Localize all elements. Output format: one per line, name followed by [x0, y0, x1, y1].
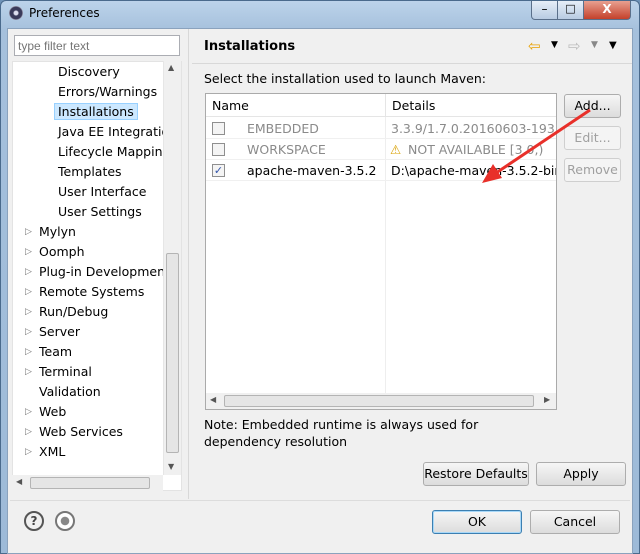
annotation-arrow — [482, 108, 591, 183]
arrow-shaft — [495, 108, 591, 175]
arrow-head — [482, 164, 502, 183]
